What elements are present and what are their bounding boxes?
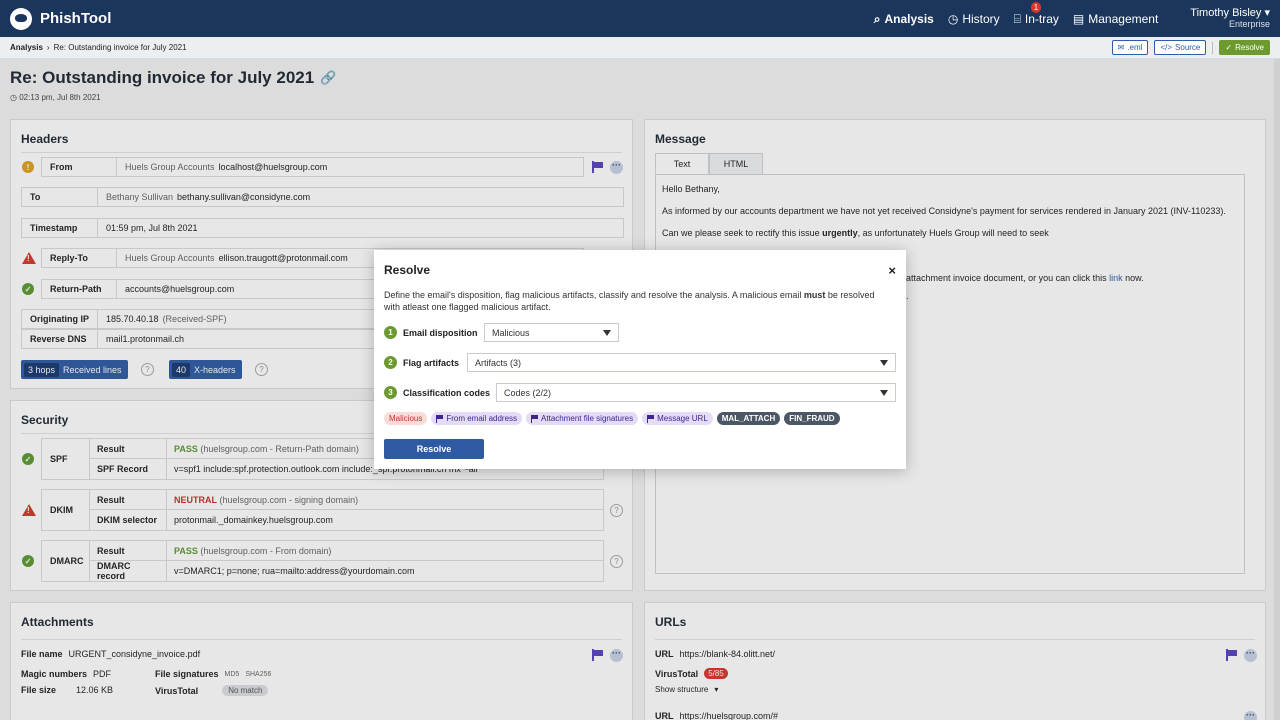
step-classification-codes: 3 Classification codes [384,386,490,399]
nav-label: Analysis [884,11,934,26]
view-source-button[interactable]: </> Source [1154,40,1207,55]
email-disposition-select[interactable]: Malicious [484,323,619,342]
tag-label: FIN_FRAUD [789,414,835,423]
in-tray-count-badge: 1 [1030,1,1042,13]
selection-tags: Malicious From email address Attachment … [384,412,840,425]
tag-classification-code: FIN_FRAUD [784,412,840,425]
tag-label: Message URL [657,414,708,423]
button-label: Source [1175,43,1201,52]
phishtool-logo-icon [10,7,32,30]
modal-description: Define the email's disposition, flag mal… [384,289,884,313]
app-name: PhishTool [40,10,112,27]
text-emphasis: must [803,290,826,300]
search-icon: ⌕ [873,11,881,26]
top-navigation-bar: PhishTool ⌕ Analysis ◷ History ⌸ 1 In-tr… [0,0,1280,37]
tag-flagged-artifact: From email address [431,412,523,425]
caret-down-icon [880,359,888,366]
step-flag-artifacts: 2 Flag artifacts [384,356,459,369]
nav-item-in-tray[interactable]: ⌸ 1 In-tray [1013,1,1059,26]
flag-artifacts-select[interactable]: Artifacts (3) [467,353,896,372]
step-number: 2 [384,356,397,369]
step-label: Classification codes [403,387,491,398]
step-email-disposition: 1 Email disposition [384,326,478,339]
download-eml-button[interactable]: ✉ .eml [1111,40,1149,55]
tag-disposition: Malicious [384,412,428,425]
nav-item-history[interactable]: ◷ History [948,12,1000,26]
mail-icon: ✉ [1117,43,1125,52]
step-number: 3 [384,386,397,399]
step-label: Email disposition [403,327,478,338]
breadcrumb-current: Re: Outstanding invoice for July 2021 [53,43,187,52]
code-icon: </> [1160,43,1173,52]
clock-icon: ◷ [947,11,959,26]
select-value: Codes (2/2) [504,387,552,398]
caret-down-icon [880,389,888,396]
flag-icon [436,414,444,423]
document-icon: ▤ [1072,11,1085,26]
flag-icon [531,414,539,423]
close-icon[interactable]: × [888,263,896,278]
button-label: .eml [1127,43,1143,52]
tag-flagged-artifact: Message URL [642,412,713,425]
step-label: Flag artifacts [403,357,460,368]
tag-classification-code: MAL_ATTACH [716,412,781,425]
resolve-submit-button[interactable]: Resolve [384,439,484,459]
nav-label: History [962,11,1000,26]
check-icon: ✓ [1225,43,1233,52]
nav-item-management[interactable]: ▤ Management [1073,12,1158,26]
main-nav: ⌕ Analysis ◷ History ⌸ 1 In-tray ▤ Manag… [874,1,1270,30]
nav-item-analysis[interactable]: ⌕ Analysis [874,12,934,26]
resolve-header-button[interactable]: ✓ Resolve [1219,40,1270,55]
tag-label: Attachment file signatures [541,414,634,423]
breadcrumb-bar: Analysis › Re: Outstanding invoice for J… [0,37,1280,59]
tag-label: Malicious [389,414,423,423]
flag-icon [647,414,655,423]
user-name: Timothy Bisley [1190,6,1262,19]
caret-down-icon [603,329,611,336]
text: Define the email's disposition, flag mal… [384,290,804,300]
inbox-icon: ⌸ [1013,11,1021,26]
classification-codes-select[interactable]: Codes (2/2) [496,383,896,402]
tag-label: MAL_ATTACH [721,414,776,423]
modal-title: Resolve [384,263,431,277]
button-label: Resolve [1235,43,1264,52]
user-plan: Enterprise [1228,18,1270,29]
resolve-modal: Resolve × Define the email's disposition… [374,250,906,469]
tag-label: From email address [446,414,518,423]
nav-label: Management [1088,11,1159,26]
app-logo[interactable]: PhishTool [10,7,112,30]
breadcrumb-root[interactable]: Analysis [10,43,43,52]
chevron-right-icon: › [46,43,50,52]
tag-flagged-artifact: Attachment file signatures [526,412,639,425]
user-menu[interactable]: Timothy Bisley ▾ Enterprise [1190,6,1270,30]
select-value: Artifacts (3) [475,357,522,368]
nav-label: In-tray [1024,11,1059,26]
divider [1212,41,1214,54]
chevron-down-icon: ▾ [1264,6,1270,19]
select-value: Malicious [492,327,530,338]
step-number: 1 [384,326,397,339]
